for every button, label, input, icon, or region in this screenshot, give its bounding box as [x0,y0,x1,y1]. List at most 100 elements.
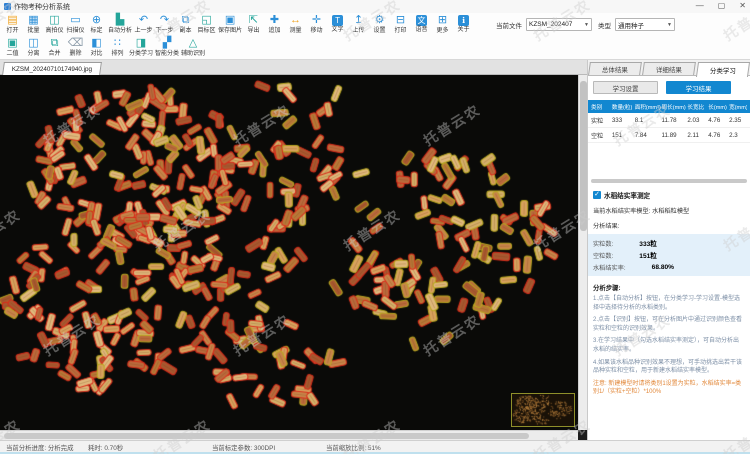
current-file-select[interactable]: KZSM_202407 ▼ [526,18,592,31]
table-cell: 11.89 [662,132,688,139]
doc-camera-icon: ◫ [49,14,59,27]
toolbar-button-delete[interactable]: ⌫ 删除 [65,37,86,58]
minimize-button[interactable]: — [696,1,704,11]
table-row[interactable]: 空粒 151 7.84 11.89 2.11 4.76 2.3 [588,128,750,143]
vertical-scrollbar-thumb[interactable] [580,81,587,231]
toolbar-row-2: ▣ 二值 ◫ 分离 ⧉ 合并 ⌫ 删除 ◧ 对比 ∷ 排列 ◨ 分类学习 ▞ 智能分类 △ 辅助识别 [2,37,206,58]
analysis-image[interactable] [0,75,578,430]
toolbar-button-scanner[interactable]: ▭ 扫描仪 [65,14,86,35]
toolbar-button-about[interactable]: ℹ 关于 [453,14,474,35]
image-viewport[interactable] [0,75,578,430]
result-label: 空粒数: [593,251,613,260]
toolbar-button-calibration[interactable]: ⊕ 标定 [86,14,107,35]
toolbar-button-label: 设置 [374,27,386,35]
table-cell: 151 [612,132,635,139]
about-icon: ℹ [458,15,469,26]
toolbar-button-print[interactable]: ⊟ 打印 [390,14,411,35]
minimap[interactable] [511,393,575,427]
result-row: 水稻结实率: 68.80% [593,261,745,273]
table-cell: 2.11 [687,132,708,139]
duplicate-icon: ⧉ [182,14,190,27]
export-icon: ⇱ [249,14,258,27]
type-label: 类型 [598,20,611,30]
toolbar-button-label: 高拍仪 [45,27,63,35]
toolbar-button-voice[interactable]: 文语音 [411,14,432,35]
toolbar-button-separate[interactable]: ◫ 分离 [23,37,44,58]
horizontal-scrollbar-thumb[interactable] [4,433,529,439]
toolbar-button-open[interactable]: ▤ 打开 [2,14,23,35]
toolbar-button-save-image[interactable]: ▣ 保存图片 [217,14,243,35]
table-row[interactable]: 实粒 333 8.1 11.78 2.03 4.76 2.35 [588,113,750,128]
table-header-row: 类别 数量(粒) 面积(mm²) 周长(mm) 长宽比 长(mm) 宽(mm) [588,100,750,113]
status-analysis-progress: 当前分析进度: 分析完成 [6,443,73,452]
toolbar-button-label: 辅助识别 [181,50,205,58]
toolbar-button-more[interactable]: ⊞ 更多 [432,14,453,35]
panel-tab-label: 分类学习 [710,65,736,75]
toolbar-button-target-area[interactable]: ◱ 目标区 [196,14,217,35]
append-icon: ✚ [270,14,279,27]
current-model-line: 当前水稻结实率模型: 水稻稻粒模型 [593,206,750,215]
toolbar-button-duplicate[interactable]: ⧉ 副本 [175,14,196,35]
learning-settings-button[interactable]: 学习设置 [593,81,658,94]
toolbar-button-doc-camera[interactable]: ◫ 高拍仪 [44,14,65,35]
table-cell: 333 [612,117,635,124]
toolbar-button-batch[interactable]: ▦ 批量 [23,14,44,35]
learning-buttons: 学习设置 学习结果 [588,76,750,98]
current-file-label: 当前文件 [496,20,522,30]
document-tab[interactable]: KZSM_20240710174940.jpg [2,62,102,75]
toolbar-button-classify-learning[interactable]: ◨ 分类学习 [128,37,154,58]
table-cell: 2.03 [687,117,708,124]
toolbar-button-measure[interactable]: ↔ 测量 [285,14,306,35]
status-elapsed-time: 耗时: 0.70秒 [88,443,123,452]
result-value: 333粒 [639,238,657,248]
upload-icon: ↥ [354,14,363,27]
seed-type-select[interactable]: 通用种子 ▼ [615,18,675,31]
maximize-button[interactable]: ▢ [718,1,726,11]
checkbox-label: 水稻结实率测定 [604,190,650,200]
toolbar-button-binary[interactable]: ▣ 二值 [2,37,23,58]
panel-tab-detail-result[interactable]: 详细结果 [642,62,696,75]
analysis-result-label: 分析结果: [593,221,750,230]
save-image-icon: ▣ [225,14,235,27]
toolbar-button-label: 移动 [311,27,323,35]
panel-tab-overall-result[interactable]: 总体结果 [588,62,642,75]
close-button[interactable]: ✕ [739,1,746,11]
vertical-scrollbar[interactable] [578,75,587,430]
status-zoom-ratio: 当前缩放比例: 51% [326,443,381,452]
toolbar-button-auto-analysis[interactable]: ▙ 自动分析 [107,14,133,35]
horizontal-scrollbar[interactable] [0,430,578,440]
table-cell: 4.76 [708,117,729,124]
toolbar-button-append[interactable]: ✚ 追加 [264,14,285,35]
toolbar-button-text[interactable]: T 文字 [327,14,348,35]
panel-tab-classify-learning[interactable]: 分类学习 [696,62,750,77]
table-cell: 实粒 [591,116,612,125]
toolbar-button-upload[interactable]: ↥ 上传 [348,14,369,35]
toolbar-button-merge[interactable]: ⧉ 合并 [44,37,65,58]
toolbar-button-next-step[interactable]: ↷ 下一步 [154,14,175,35]
toolbar-button-assist-recognition[interactable]: △ 辅助识别 [180,37,206,58]
app-icon [4,3,11,10]
learning-result-button[interactable]: 学习结果 [666,81,731,94]
results-panel: 总体结果 详细结果 分类学习 学习设置 学习结果 类别 数量(粒) 面积(mm²) 周长(m… [587,60,750,440]
table-header-cell: 周长(mm) [662,103,688,111]
toolbar-button-previous-step[interactable]: ↶ 上一步 [133,14,154,35]
toolbar-button-smart-classify[interactable]: ▞ 智能分类 [154,37,180,58]
app-window: 作物考种分析系统 — ▢ ✕ ▤ 打开 ▦ 批量 ◫ 高拍仪 ▭ 扫描仪 ⊕ 标定 ▙ 自动分析 ↶ 上一… [0,0,750,454]
chevron-down-icon: ▼ [584,22,589,28]
binary-icon: ▣ [7,37,17,50]
panel-tab-label: 详细结果 [656,64,682,74]
app-title: 作物考种分析系统 [14,2,70,12]
toolbar-button-label: 排列 [111,50,123,58]
target-area-icon: ◱ [201,14,211,27]
result-value: 68.80% [652,264,674,271]
toolbar-button-move[interactable]: ✛ 移动 [306,14,327,35]
toolbar-button-arrange[interactable]: ∷ 排列 [107,37,128,58]
toolbar-button-label: 追加 [269,27,281,35]
toolbar-button-settings[interactable]: ⚙ 设置 [369,14,390,35]
toolbar-button-compare[interactable]: ◧ 对比 [86,37,107,58]
rice-setting-rate-checkbox[interactable]: ✓ 水稻结实率测定 [593,190,750,200]
toolbar-button-export[interactable]: ⇱ 导出 [243,14,264,35]
table-scrollbar[interactable] [591,179,747,183]
toolbar-button-label: 对比 [90,50,102,58]
open-icon: ▤ [7,14,17,27]
